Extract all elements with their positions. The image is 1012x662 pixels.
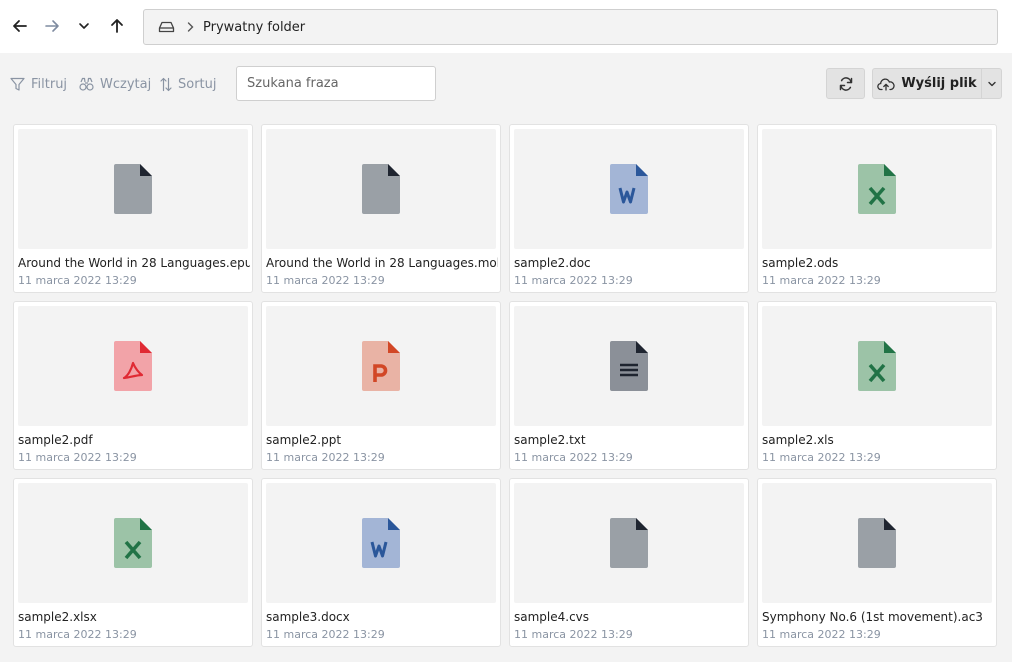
file-card[interactable]: Around the World in 28 Languages.epub 11 …: [13, 124, 253, 293]
file-name: sample2.txt: [514, 433, 586, 447]
filter-button[interactable]: Filtruj: [10, 75, 67, 93]
file-card[interactable]: sample3.docx 11 marca 2022 13:29: [261, 478, 501, 647]
file-name: sample2.ods: [762, 256, 839, 270]
binoculars-icon: [79, 77, 94, 91]
generic-file-icon: [114, 164, 152, 214]
word-file-icon: [362, 518, 400, 568]
text-file-icon: [610, 341, 648, 391]
file-thumbnail: [266, 306, 496, 426]
upload-file-button[interactable]: Wyślij plik: [872, 68, 982, 99]
file-card[interactable]: sample2.doc 11 marca 2022 13:29: [509, 124, 749, 293]
file-name: sample2.doc: [514, 256, 591, 270]
file-date: 11 marca 2022 13:29: [514, 274, 633, 287]
file-card[interactable]: sample4.cvs 11 marca 2022 13:29: [509, 478, 749, 647]
powerpoint-file-icon: [362, 341, 400, 391]
breadcrumb-current-folder[interactable]: Prywatny folder: [203, 20, 305, 35]
file-name: Around the World in 28 Languages.mobi: [266, 256, 498, 270]
file-name: Symphony No.6 (1st movement).ac3: [762, 610, 983, 624]
file-card[interactable]: Around the World in 28 Languages.mobi 11 …: [261, 124, 501, 293]
breadcrumb-chevron-icon: [187, 22, 194, 32]
file-date: 11 marca 2022 13:29: [762, 451, 881, 464]
file-card[interactable]: sample2.ods 11 marca 2022 13:29: [757, 124, 997, 293]
toolbar: Filtruj Wczytaj Sortuj Wyślij plik: [0, 53, 1012, 113]
drive-icon[interactable]: [158, 21, 175, 33]
file-date: 11 marca 2022 13:29: [266, 451, 385, 464]
up-arrow-icon[interactable]: [103, 12, 131, 40]
word-file-icon: [610, 164, 648, 214]
history-chevron-down-icon[interactable]: [70, 12, 98, 40]
pdf-file-icon: [114, 341, 152, 391]
file-thumbnail: [18, 306, 248, 426]
filter-label: Filtruj: [31, 76, 68, 92]
file-date: 11 marca 2022 13:29: [18, 451, 137, 464]
upload-file-label: Wyślij plik: [901, 76, 977, 91]
upload-options-dropdown[interactable]: [981, 68, 1002, 99]
search-input[interactable]: [236, 66, 436, 101]
file-card[interactable]: sample2.ppt 11 marca 2022 13:29: [261, 301, 501, 470]
file-date: 11 marca 2022 13:29: [514, 628, 633, 641]
file-date: 11 marca 2022 13:29: [762, 274, 881, 287]
excel-file-icon: [858, 341, 896, 391]
sort-label: Sortuj: [178, 76, 217, 92]
navigation-bar: Prywatny folder: [0, 0, 1012, 53]
file-card[interactable]: sample2.pdf 11 marca 2022 13:29: [13, 301, 253, 470]
load-button[interactable]: Wczytaj: [79, 75, 151, 93]
refresh-button[interactable]: [826, 68, 865, 99]
file-date: 11 marca 2022 13:29: [18, 628, 137, 641]
file-thumbnail: [18, 483, 248, 603]
file-thumbnail: [514, 129, 744, 249]
file-name: sample2.xlsx: [18, 610, 97, 624]
file-name: sample2.ppt: [266, 433, 342, 447]
file-grid: Around the World in 28 Languages.epub 11 …: [13, 124, 997, 647]
sort-icon: [160, 77, 172, 91]
file-date: 11 marca 2022 13:29: [266, 628, 385, 641]
file-name: sample2.xls: [762, 433, 834, 447]
file-thumbnail: [514, 483, 744, 603]
file-card[interactable]: sample2.xlsx 11 marca 2022 13:29: [13, 478, 253, 647]
file-date: 11 marca 2022 13:29: [762, 628, 881, 641]
load-label: Wczytaj: [100, 76, 152, 92]
file-date: 11 marca 2022 13:29: [514, 451, 633, 464]
generic-file-icon: [610, 518, 648, 568]
refresh-icon: [839, 76, 852, 91]
file-date: 11 marca 2022 13:29: [18, 274, 137, 287]
file-thumbnail: [762, 129, 992, 249]
cloud-upload-icon: [877, 78, 895, 91]
address-bar[interactable]: Prywatny folder: [143, 9, 998, 45]
excel-file-icon: [858, 164, 896, 214]
file-thumbnail: [762, 306, 992, 426]
file-name: sample2.pdf: [18, 433, 93, 447]
file-card[interactable]: sample2.txt 11 marca 2022 13:29: [509, 301, 749, 470]
file-card[interactable]: sample2.xls 11 marca 2022 13:29: [757, 301, 997, 470]
file-thumbnail: [514, 306, 744, 426]
excel-file-icon: [114, 518, 152, 568]
file-thumbnail: [762, 483, 992, 603]
generic-file-icon: [362, 164, 400, 214]
file-card[interactable]: Symphony No.6 (1st movement).ac3 11 marca…: [757, 478, 997, 647]
file-name: sample3.docx: [266, 610, 350, 624]
file-name: Around the World in 28 Languages.epub: [18, 256, 250, 270]
file-name: sample4.cvs: [514, 610, 590, 624]
file-thumbnail: [266, 483, 496, 603]
file-thumbnail: [266, 129, 496, 249]
back-arrow-icon[interactable]: [6, 12, 34, 40]
sort-button[interactable]: Sortuj: [160, 75, 217, 93]
generic-file-icon: [858, 518, 896, 568]
file-date: 11 marca 2022 13:29: [266, 274, 385, 287]
chevron-down-icon: [987, 81, 996, 86]
filter-icon: [10, 77, 25, 91]
file-thumbnail: [18, 129, 248, 249]
forward-arrow-icon[interactable]: [38, 12, 66, 40]
